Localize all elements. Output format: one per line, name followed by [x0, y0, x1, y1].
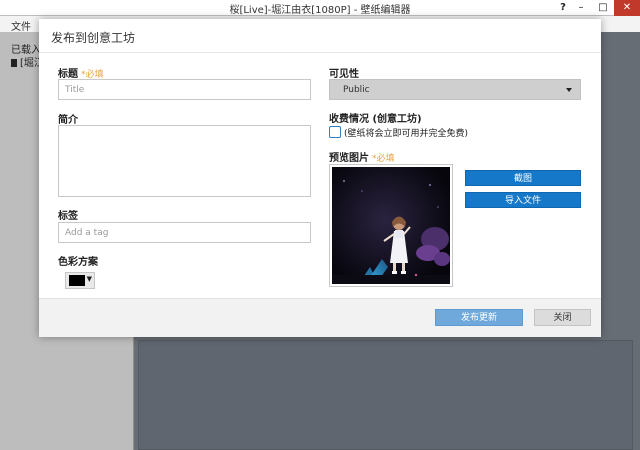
tags-label: 标签 — [58, 211, 78, 222]
preview-image — [332, 167, 450, 284]
visibility-label: 可见性 — [329, 69, 359, 80]
visibility-selected-value: Public — [343, 85, 370, 95]
title-label: 标题 *必填 — [58, 69, 104, 80]
file-icon — [11, 59, 17, 67]
editor-canvas — [138, 340, 633, 450]
close-dialog-button[interactable]: 关闭 — [534, 309, 591, 326]
tags-input[interactable] — [58, 222, 311, 243]
app-title-bar: 桜[Live]-堀江由衣[1080P] - 壁纸编辑器 ? – □ ✕ — [0, 0, 640, 16]
free-checkbox-label: (壁纸将会立即可用并完全免费) — [344, 129, 469, 139]
title-input[interactable] — [58, 79, 311, 100]
preview-required-mark: *必填 — [372, 154, 395, 164]
preview-image-frame — [329, 164, 453, 287]
color-swatch — [69, 275, 85, 286]
color-scheme-label: 色彩方案 — [58, 257, 98, 268]
close-window-button[interactable]: ✕ — [614, 0, 640, 16]
window-title: 桜[Live]-堀江由衣[1080P] - 壁纸编辑器 — [229, 5, 411, 16]
menu-file[interactable]: 文件 — [11, 18, 31, 33]
import-file-button[interactable]: 导入文件 — [465, 192, 581, 208]
publish-update-button[interactable]: 发布更新 — [435, 309, 523, 326]
free-checkbox[interactable] — [329, 126, 341, 138]
color-scheme-picker[interactable]: ▼ — [65, 272, 95, 289]
dialog-title: 发布到创意工坊 — [51, 31, 136, 45]
screenshot-button[interactable]: 截图 — [465, 170, 581, 186]
maximize-button[interactable]: □ — [593, 0, 613, 16]
preview-label: 预览图片 *必填 — [329, 153, 395, 164]
caret-down-icon — [566, 88, 572, 92]
description-textarea[interactable] — [58, 125, 311, 197]
visibility-select[interactable]: Public — [329, 79, 581, 100]
minimize-button[interactable]: – — [571, 0, 591, 16]
description-label: 简介 — [58, 115, 78, 126]
pricing-label: 收费情况 (创意工坊) — [329, 114, 422, 125]
help-button[interactable]: ? — [556, 0, 570, 16]
chevron-down-icon: ▼ — [86, 275, 92, 283]
publish-dialog: 发布到创意工坊 标题*必填 简介 标签 色彩方案 ▼ 可见性 Public 收费… — [39, 19, 601, 337]
dialog-title-divider — [39, 52, 601, 53]
